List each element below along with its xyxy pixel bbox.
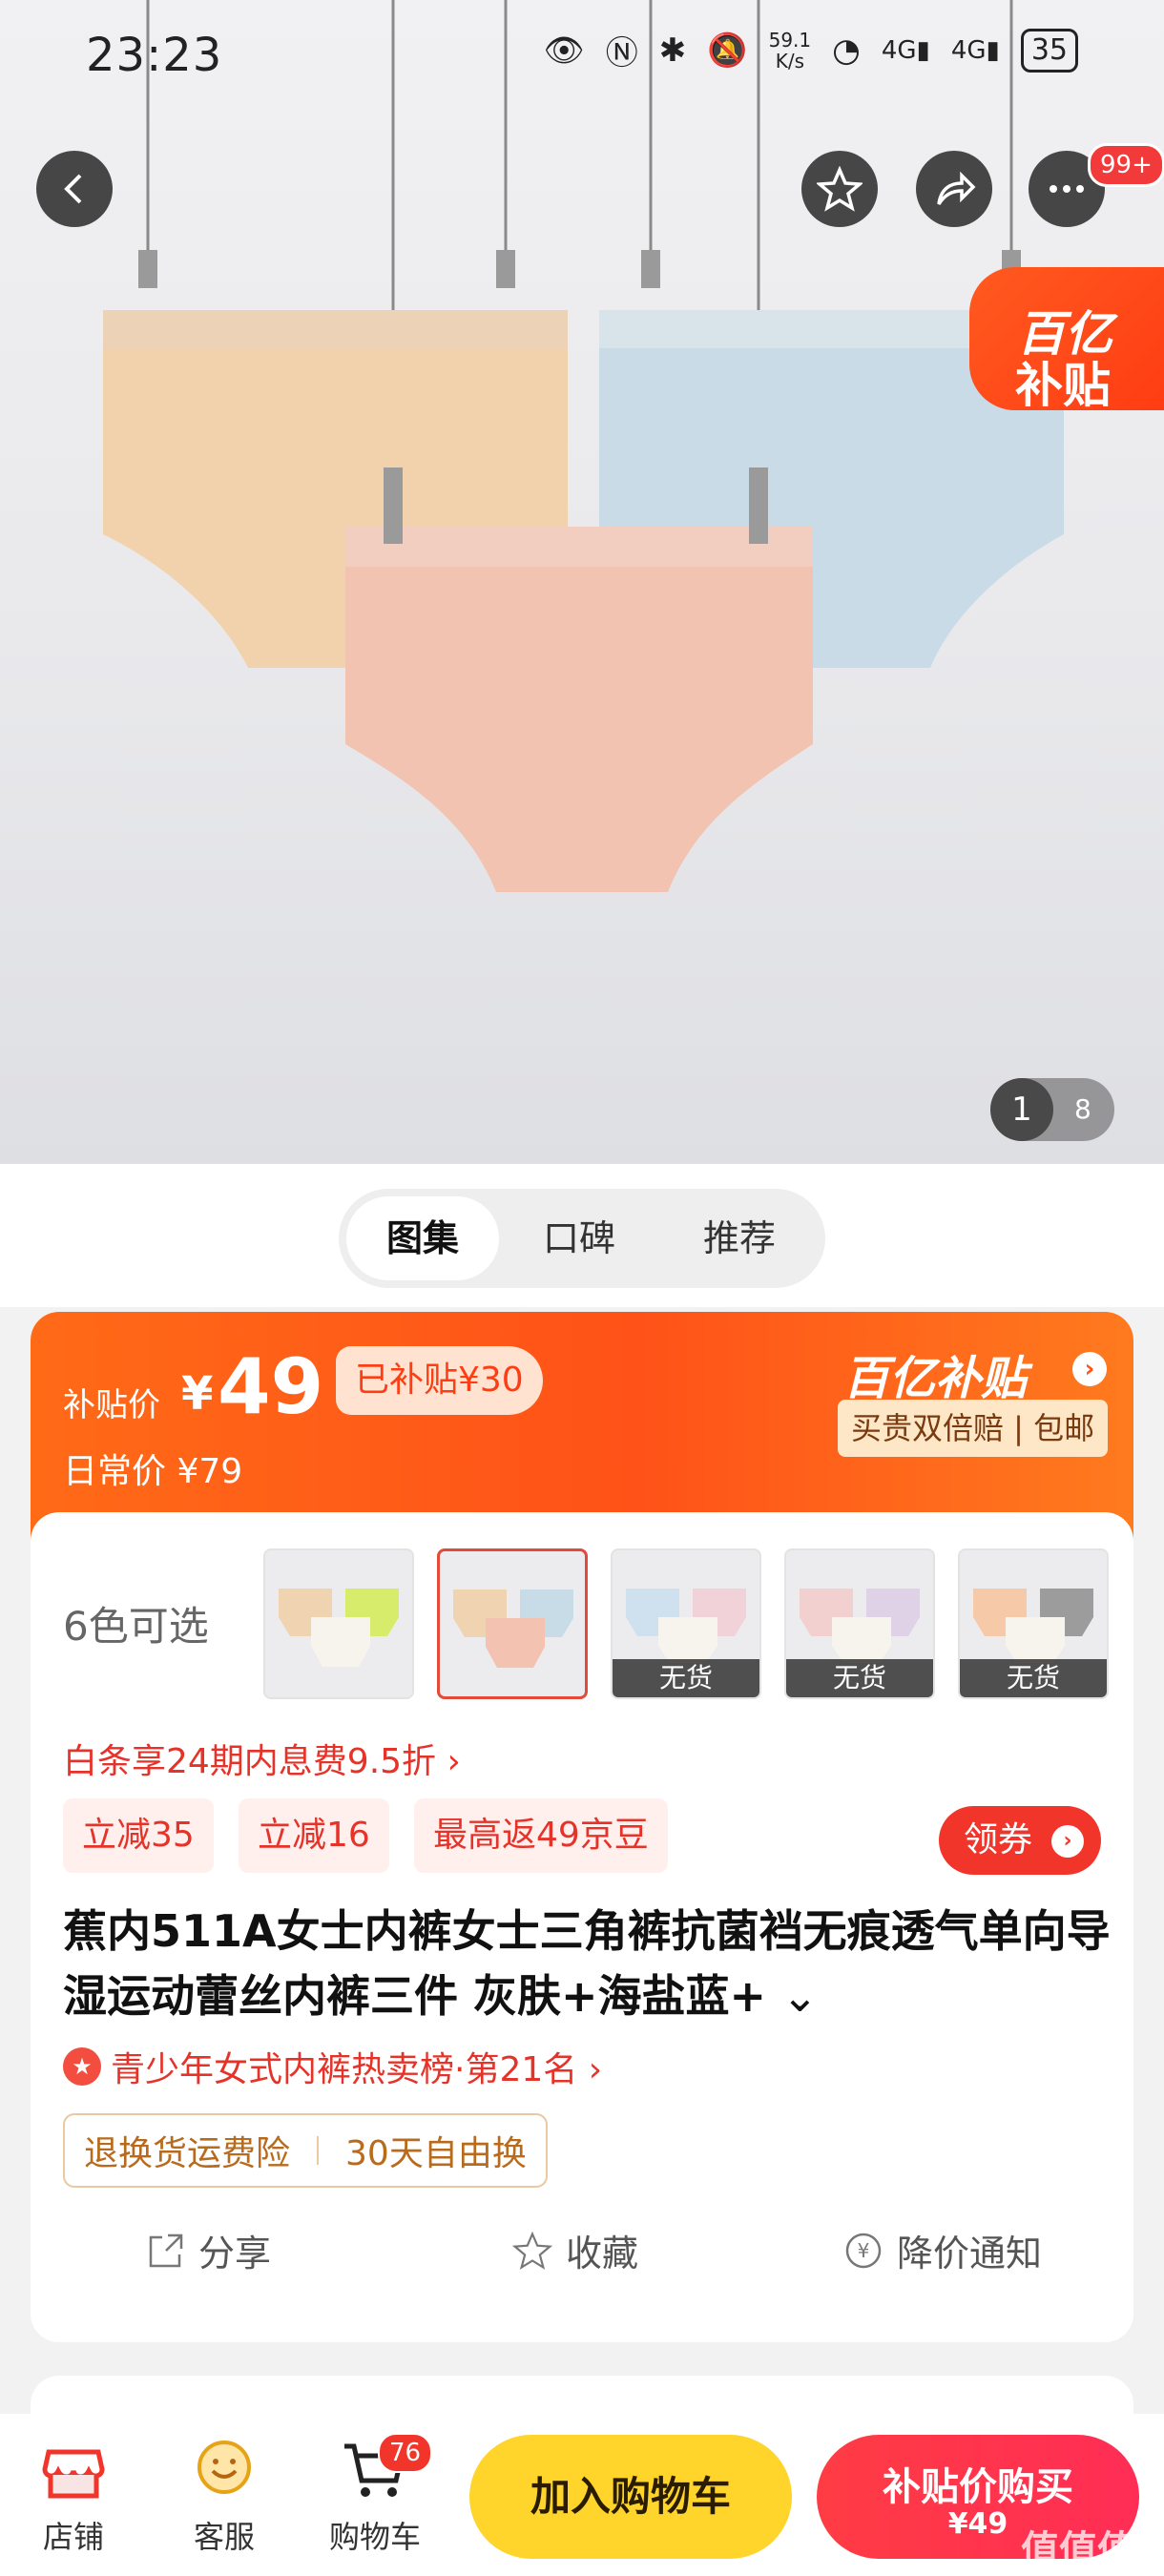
promo-tag[interactable]: 最高返49京豆 — [414, 1798, 668, 1873]
out-of-stock-label: 无货 — [960, 1659, 1107, 1697]
mute-icon: 🔕 — [707, 31, 748, 70]
bottom-action-bar: 店铺 客服 购物车 76 加入购物车 补贴价购买 ¥49 — [0, 2414, 1164, 2576]
product-detail-page: 23:23 👁 Ⓝ ✱ 🔕 59.1 K/s ◔ 4G▮ 4G▮ 35 99+ … — [0, 0, 1164, 2576]
price-value: 49 — [218, 1342, 324, 1431]
product-title[interactable]: 蕉内511A女士内裤女士三角裤抗菌裆无痕透气单向导湿运动蕾丝内裤三件 灰肤+海盐… — [63, 1899, 1112, 2028]
tab-recommend[interactable]: 推荐 — [663, 1196, 816, 1280]
price-alert-action[interactable]: ¥ 降价通知 — [843, 2224, 1042, 2276]
color-thumb[interactable]: 无货 — [958, 1548, 1109, 1699]
color-count-label[interactable]: 6色可选 — [63, 1594, 209, 1652]
store-button[interactable]: 店铺 — [21, 2431, 126, 2557]
price-currency: ¥ — [181, 1367, 214, 1421]
color-thumb[interactable]: 无货 — [611, 1548, 761, 1699]
chevron-left-icon — [64, 174, 82, 204]
tab-reviews[interactable]: 口碑 — [503, 1196, 655, 1280]
wifi-icon: ◔ — [832, 31, 861, 70]
share-button[interactable] — [916, 151, 992, 227]
image-counter-current: 1 — [990, 1078, 1053, 1141]
get-coupon-button[interactable]: 领券 › — [939, 1806, 1101, 1875]
star-icon — [512, 2231, 552, 2270]
watermark: 值值值 — [1021, 2528, 1135, 2572]
customer-service-button[interactable]: 客服 — [172, 2431, 277, 2557]
chevron-down-icon[interactable]: ⌄ — [781, 1970, 819, 2022]
battery-indicator: 35 — [1020, 28, 1078, 73]
image-counter: 1 8 — [990, 1078, 1114, 1141]
svg-text:¥: ¥ — [858, 2239, 870, 2262]
tab-bar: 图集 口碑 推荐 — [339, 1189, 825, 1288]
star-icon — [817, 166, 863, 212]
subsidy-brand-title[interactable]: 百亿补贴 — [843, 1340, 1027, 1407]
color-thumb-image — [279, 1589, 399, 1667]
image-counter-total: 8 — [1074, 1093, 1091, 1125]
store-icon — [35, 2431, 112, 2507]
status-bar: 23:23 👁 Ⓝ ✱ 🔕 59.1 K/s ◔ 4G▮ 4G▮ 35 — [0, 0, 1164, 114]
promo-tag[interactable]: 立减16 — [239, 1798, 389, 1873]
price-card: 补贴价 ¥ 49 已补贴¥30 日常价 ¥79 百亿补贴 › 买贵双倍赔 | 包… — [31, 1312, 1133, 2342]
options-panel: 6色可选 无货 无货 无货 白条享24期内息费9.5折 › 立减35 立减16 … — [31, 1512, 1133, 2342]
color-thumb[interactable] — [263, 1548, 414, 1699]
cart-count-badge: 76 — [378, 2433, 433, 2473]
more-badge: 99+ — [1088, 143, 1164, 187]
subsidy-guarantee: 买贵双倍赔 | 包邮 — [838, 1400, 1109, 1457]
signal-icon-2: 4G▮ — [950, 35, 1000, 65]
back-button[interactable] — [36, 151, 113, 227]
chevron-right-icon[interactable]: › — [1072, 1352, 1107, 1386]
share-icon — [149, 2233, 183, 2267]
add-to-cart-button[interactable]: 加入购物车 — [469, 2435, 792, 2559]
customer-service-icon — [186, 2431, 262, 2507]
share-icon — [937, 171, 976, 205]
price-label: 补贴价 — [63, 1386, 160, 1424]
bluetooth-icon: ✱ — [658, 31, 687, 70]
promo-tag[interactable]: 立减35 — [63, 1798, 214, 1873]
action-row: 分享 收藏 ¥ 降价通知 — [31, 2214, 1133, 2291]
divider — [317, 2136, 320, 2165]
daily-price: 日常价 ¥79 — [63, 1452, 243, 1491]
status-icons: 👁 Ⓝ ✱ 🔕 59.1 K/s ◔ 4G▮ 4G▮ 35 — [544, 27, 1078, 73]
signal-icon: 4G▮ — [881, 35, 930, 65]
out-of-stock-label: 无货 — [786, 1659, 933, 1697]
favorite-action[interactable]: 收藏 — [512, 2224, 638, 2276]
eye-icon: 👁 — [543, 31, 585, 70]
color-thumb-selected[interactable] — [437, 1548, 588, 1699]
tab-gallery[interactable]: 图集 — [346, 1196, 499, 1280]
subsidized-amount: 已补贴¥30 — [336, 1346, 543, 1415]
ranking-link[interactable]: ★ 青少年女式内裤热卖榜·第21名 › — [63, 2042, 602, 2091]
medal-icon: ★ — [63, 2047, 101, 2086]
share-action[interactable]: 分享 — [147, 2224, 271, 2276]
subsidy-tag: 百亿 补贴 — [969, 267, 1164, 413]
chevron-right-icon: › — [1051, 1825, 1084, 1858]
status-time: 23:23 — [86, 29, 223, 82]
net-speed: 59.1 K/s — [768, 28, 812, 73]
favorite-button[interactable] — [801, 151, 878, 227]
color-thumb-image — [453, 1589, 573, 1668]
color-thumb[interactable]: 无货 — [784, 1548, 935, 1699]
more-dots-icon — [1050, 185, 1084, 193]
service-guarantees[interactable]: 退换货运费险 30天自由换 — [63, 2113, 548, 2188]
price-banner: 补贴价 ¥ 49 已补贴¥30 日常价 ¥79 百亿补贴 › 买贵双倍赔 | 包… — [31, 1312, 1133, 1541]
out-of-stock-label: 无货 — [613, 1659, 759, 1697]
tabs-area: 图集 口碑 推荐 — [0, 1164, 1164, 1307]
price-alert-icon: ¥ — [845, 2233, 882, 2268]
nfc-icon: Ⓝ — [605, 34, 638, 73]
installment-offer[interactable]: 白条享24期内息费9.5折 › — [63, 1734, 461, 1783]
